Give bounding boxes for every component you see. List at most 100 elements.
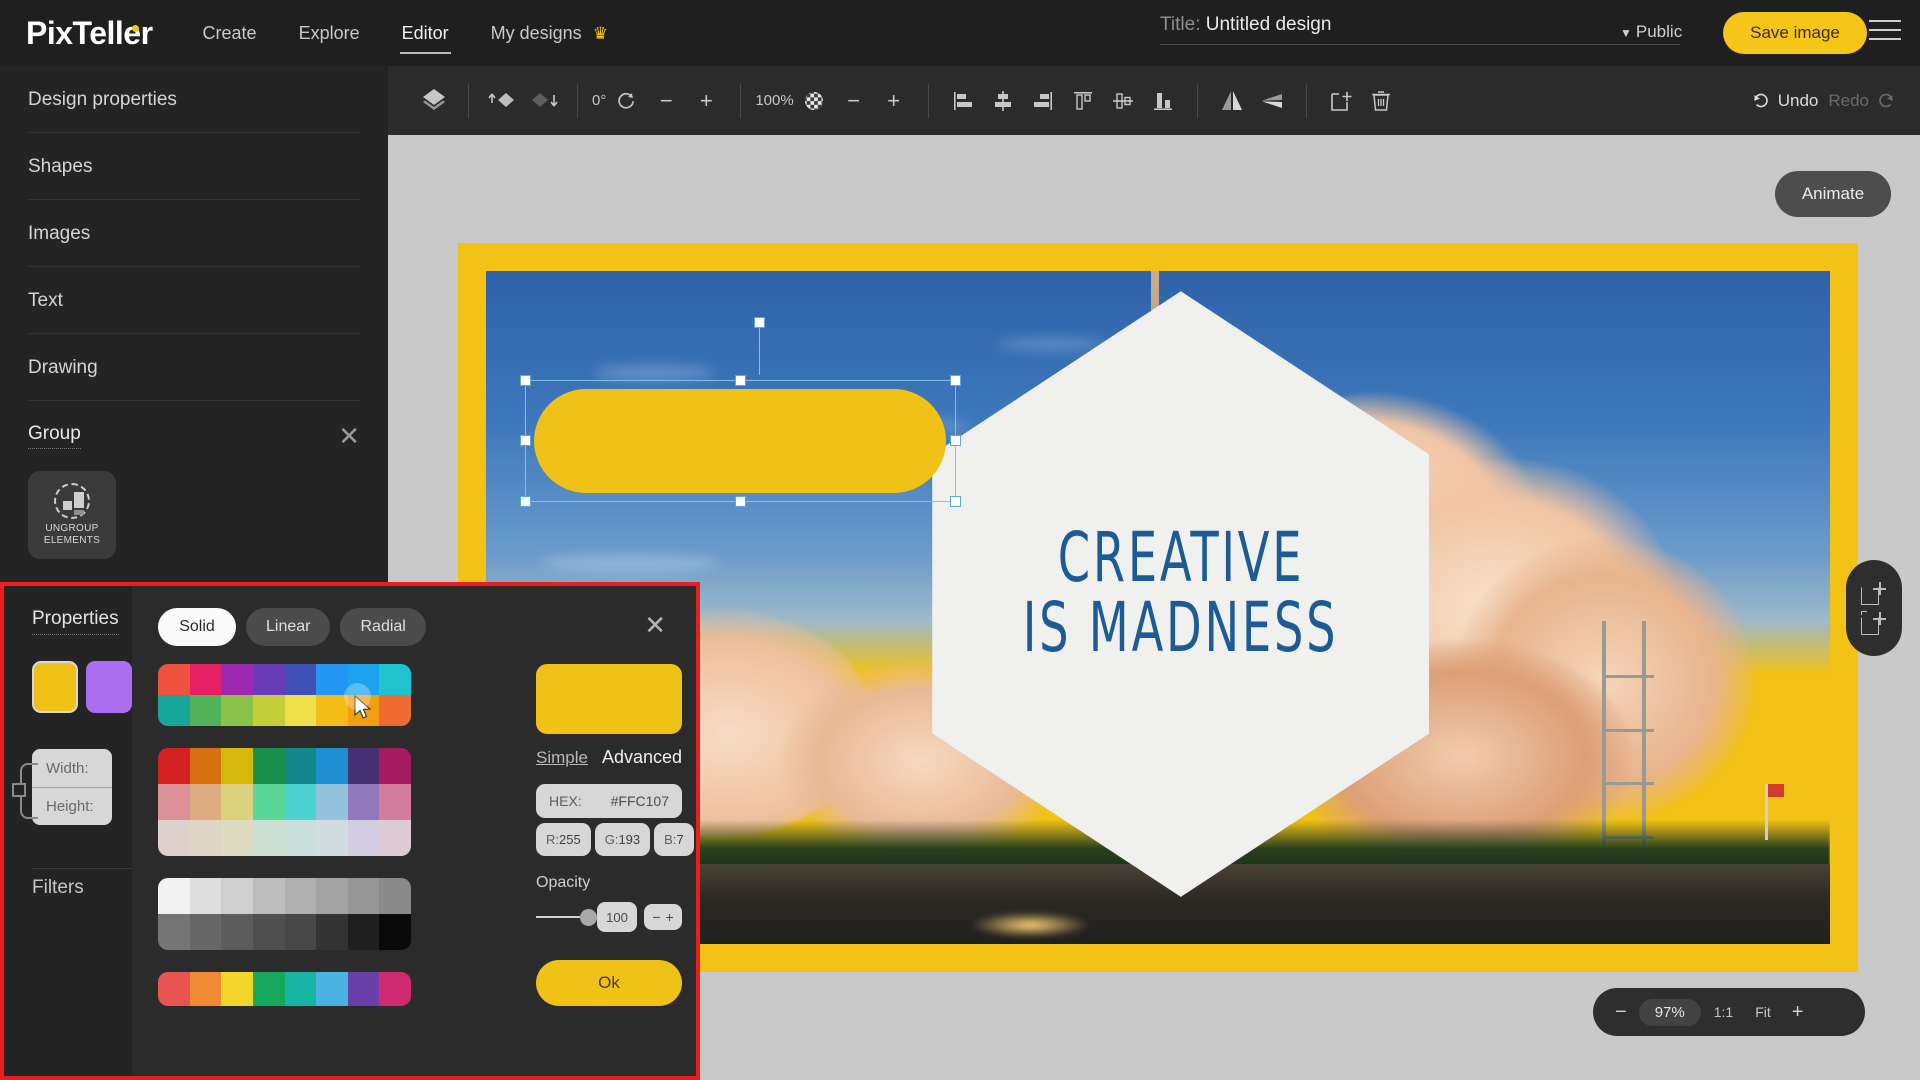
- resize-handle-sw[interactable]: [520, 496, 531, 507]
- nav-item-explore[interactable]: Explore: [297, 19, 362, 48]
- color-swatch[interactable]: [189, 695, 222, 726]
- hex-value[interactable]: #FFC107: [611, 793, 669, 809]
- color-swatch[interactable]: [189, 914, 222, 950]
- color-swatch[interactable]: [316, 914, 348, 950]
- color-swatch[interactable]: [221, 972, 253, 1006]
- blue-value[interactable]: 7: [676, 832, 683, 847]
- color-swatch[interactable]: [189, 748, 222, 784]
- red-field[interactable]: R: 255: [536, 823, 591, 856]
- color-swatch[interactable]: [252, 878, 285, 914]
- bring-forward-icon[interactable]: [483, 81, 523, 121]
- color-swatch[interactable]: [284, 695, 317, 726]
- color-swatch[interactable]: [347, 914, 380, 950]
- sidebar-item-drawing[interactable]: Drawing: [0, 334, 388, 401]
- color-swatch[interactable]: [316, 748, 348, 784]
- color-swatch[interactable]: [221, 748, 253, 784]
- color-swatch[interactable]: [221, 664, 253, 695]
- color-swatch[interactable]: [221, 878, 253, 914]
- app-logo[interactable]: PixTeller: [26, 15, 153, 52]
- resize-handle-se[interactable]: [950, 496, 961, 507]
- add-page-icon[interactable]: [1861, 581, 1887, 605]
- color-swatch[interactable]: [316, 784, 348, 820]
- blue-field[interactable]: B: 7: [654, 823, 694, 856]
- tab-advanced[interactable]: Advanced: [602, 747, 682, 768]
- color-swatch[interactable]: [284, 878, 317, 914]
- zoom-fit-button[interactable]: Fit: [1746, 1004, 1780, 1020]
- fill-swatch-secondary[interactable]: [86, 661, 132, 713]
- resize-handle-n[interactable]: [735, 375, 746, 386]
- close-icon[interactable]: ✕: [338, 423, 360, 449]
- fill-swatch-primary[interactable]: [32, 661, 79, 713]
- color-swatch[interactable]: [347, 784, 380, 820]
- color-swatch[interactable]: [379, 820, 411, 856]
- nav-item-create[interactable]: Create: [201, 19, 259, 48]
- resize-handle-w[interactable]: [520, 435, 531, 446]
- opacity-decrease-button[interactable]: −: [652, 909, 660, 925]
- hex-field[interactable]: HEX: #FFC107: [536, 784, 682, 818]
- color-swatch[interactable]: [252, 748, 285, 784]
- duplicate-page-icon[interactable]: [1861, 611, 1887, 635]
- align-middle-icon[interactable]: [1103, 81, 1143, 121]
- trash-icon[interactable]: [1361, 81, 1401, 121]
- color-swatch[interactable]: [252, 784, 285, 820]
- title-value[interactable]: Untitled design: [1206, 14, 1332, 35]
- color-swatch[interactable]: [347, 878, 380, 914]
- color-swatch[interactable]: [221, 914, 253, 950]
- save-image-button[interactable]: Save image: [1723, 12, 1867, 54]
- color-swatch[interactable]: [158, 784, 190, 820]
- color-swatch[interactable]: [158, 878, 190, 914]
- duplicate-icon[interactable]: [1321, 81, 1361, 121]
- color-swatch[interactable]: [284, 820, 317, 856]
- animate-button[interactable]: Animate: [1775, 171, 1891, 217]
- tab-simple[interactable]: Simple: [536, 748, 588, 768]
- rotation-handle[interactable]: [754, 317, 765, 328]
- undo-button[interactable]: Undo: [1751, 91, 1818, 111]
- color-swatch[interactable]: [252, 914, 285, 950]
- color-swatch[interactable]: [379, 695, 411, 726]
- resize-handle-nw[interactable]: [520, 375, 531, 386]
- color-swatch[interactable]: [189, 972, 222, 1006]
- color-swatch[interactable]: [189, 878, 222, 914]
- sidebar-item-design-properties[interactable]: Design properties: [0, 66, 388, 133]
- color-swatch[interactable]: [379, 914, 411, 950]
- color-swatch[interactable]: [252, 972, 285, 1006]
- nav-item-editor[interactable]: Editor: [399, 19, 451, 54]
- visibility-dropdown[interactable]: ▼ Public: [1620, 22, 1682, 42]
- color-swatch[interactable]: [158, 972, 190, 1006]
- opacity-slider-knob[interactable]: [580, 909, 597, 926]
- redo-button[interactable]: Redo: [1828, 91, 1896, 111]
- nav-item-my-designs[interactable]: My designs ♛: [489, 19, 610, 48]
- color-swatch[interactable]: [284, 784, 317, 820]
- opacity-increase-button[interactable]: +: [666, 909, 674, 925]
- green-field[interactable]: G: 193: [594, 823, 651, 856]
- tab-radial[interactable]: Radial: [340, 608, 426, 646]
- tab-solid[interactable]: Solid: [158, 608, 236, 646]
- color-swatch[interactable]: [158, 664, 190, 695]
- color-swatch[interactable]: [158, 820, 190, 856]
- rotation-increase-button[interactable]: +: [686, 81, 726, 121]
- height-field[interactable]: Height:: [32, 787, 112, 825]
- color-swatch[interactable]: [189, 784, 222, 820]
- opacity-slider[interactable]: [536, 909, 597, 926]
- zoom-one-to-one-button[interactable]: 1:1: [1705, 1004, 1742, 1020]
- color-swatch[interactable]: [379, 748, 411, 784]
- opacity-value[interactable]: 100: [597, 902, 637, 932]
- color-swatch[interactable]: [284, 748, 317, 784]
- color-swatch[interactable]: [221, 820, 253, 856]
- sidebar-item-text[interactable]: Text: [0, 267, 388, 334]
- filters-section-label[interactable]: Filters: [32, 877, 132, 899]
- flip-horizontal-icon[interactable]: [1212, 81, 1252, 121]
- color-swatch[interactable]: [252, 664, 285, 695]
- zoom-percent[interactable]: 97%: [1638, 998, 1701, 1026]
- rotation-value[interactable]: 0°: [592, 92, 606, 109]
- resize-handle-s[interactable]: [735, 496, 746, 507]
- color-swatch[interactable]: [189, 820, 222, 856]
- color-swatch[interactable]: [252, 695, 285, 726]
- tab-linear[interactable]: Linear: [246, 608, 331, 646]
- layers-icon[interactable]: [414, 81, 454, 121]
- color-swatch[interactable]: [158, 914, 190, 950]
- send-backward-icon[interactable]: [523, 81, 563, 121]
- ungroup-elements-button[interactable]: UNGROUP ELEMENTS: [28, 471, 116, 559]
- opacity-decrease-button[interactable]: −: [834, 81, 874, 121]
- sidebar-item-images[interactable]: Images: [0, 200, 388, 267]
